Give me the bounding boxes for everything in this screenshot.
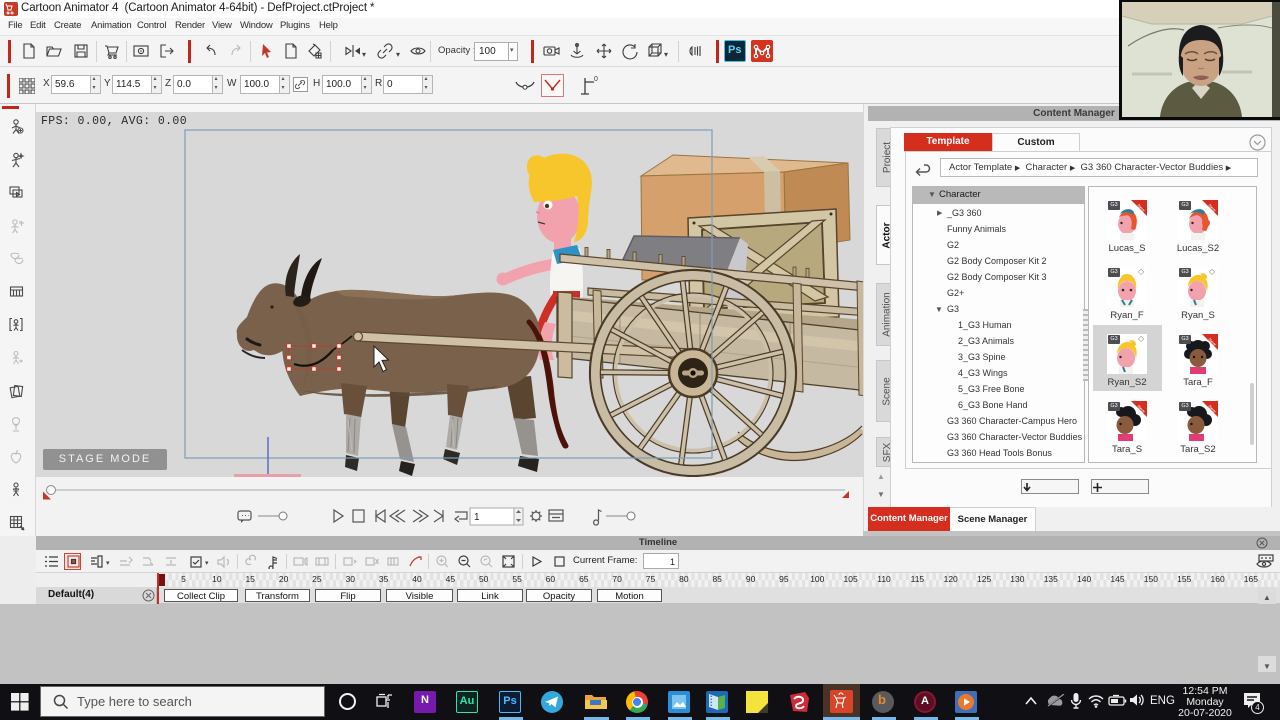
- svg-text:1: 1: [474, 512, 480, 523]
- svg-text:0: 0: [594, 76, 598, 83]
